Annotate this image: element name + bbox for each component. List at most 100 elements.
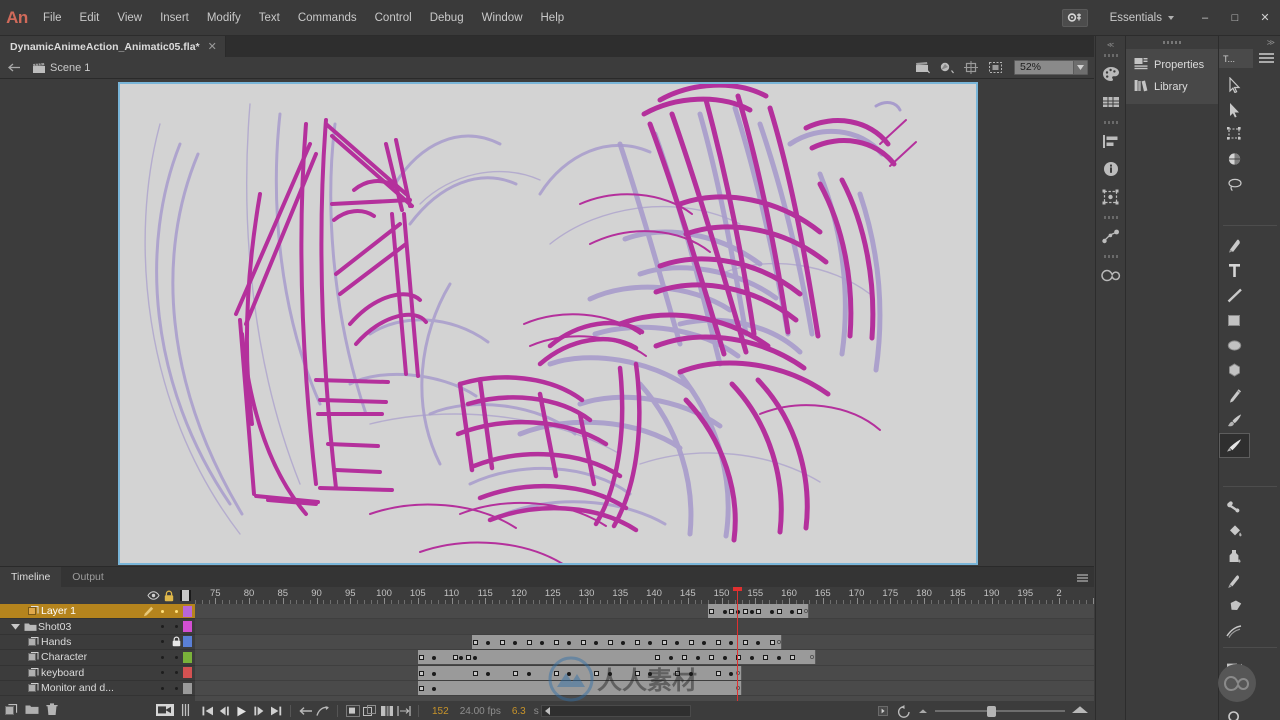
step-back-icon[interactable] — [217, 702, 232, 720]
timeline-horizontal-scrollbar[interactable] — [540, 705, 691, 717]
keyframe[interactable] — [513, 670, 519, 676]
frame-span-end[interactable] — [803, 609, 808, 613]
stage-area[interactable] — [0, 79, 1094, 566]
scroll-left-icon[interactable] — [542, 707, 554, 715]
layer-row-hands[interactable]: Hands — [0, 635, 195, 651]
visibility-toggle[interactable] — [155, 625, 169, 629]
rail-group-handle-3[interactable] — [1101, 214, 1120, 221]
lock-toggle[interactable] — [169, 686, 183, 690]
bone-tool-icon[interactable] — [1219, 494, 1250, 519]
minimize-button[interactable]: – — [1190, 0, 1220, 36]
creative-cloud-icon[interactable] — [1096, 261, 1126, 289]
outline-icon[interactable] — [180, 590, 191, 601]
keyframe[interactable] — [526, 671, 531, 676]
keyframe[interactable] — [418, 670, 424, 676]
frame-span[interactable] — [471, 634, 783, 649]
pen-tool-icon[interactable] — [1219, 233, 1250, 258]
visibility-toggle[interactable] — [155, 655, 169, 659]
delete-layer-icon[interactable] — [46, 703, 58, 719]
keyframe[interactable] — [466, 655, 471, 661]
gradient-transform-tool-icon[interactable] — [1219, 147, 1250, 172]
frame-row-shot03[interactable] — [195, 619, 1094, 635]
align-icon[interactable] — [1096, 127, 1126, 155]
panel-item-library[interactable]: Library — [1126, 76, 1218, 98]
camera-toggle-icon[interactable] — [156, 703, 174, 719]
edit-multiple-frames-icon[interactable] — [379, 702, 394, 720]
fps-field[interactable]: 24.00 fps — [457, 706, 504, 717]
width-tool-icon[interactable] — [1219, 619, 1250, 644]
menu-file[interactable]: File — [34, 0, 71, 36]
pencil-edit-icon[interactable] — [141, 606, 155, 617]
keyframe[interactable] — [634, 670, 640, 676]
timeline-ruler[interactable]: 75 80 85 90 95 100 105 110 115 120 125 130 135 140 145… — [195, 587, 1094, 604]
keyframe[interactable] — [715, 639, 721, 645]
frame-pane[interactable]: 75 80 85 90 95 100 105 110 115 120 125 130 135 140 145… — [195, 587, 1094, 701]
edit-scene-icon[interactable] — [912, 58, 934, 78]
keyframe[interactable] — [776, 656, 781, 661]
panel-item-properties[interactable]: Properties — [1126, 54, 1218, 76]
menu-view[interactable]: View — [108, 0, 151, 36]
frame-span[interactable] — [417, 665, 742, 680]
maximize-button[interactable]: □ — [1220, 0, 1250, 36]
layer-color-chip[interactable] — [183, 667, 192, 679]
eraser-tool-icon[interactable] — [1219, 594, 1250, 619]
playhead[interactable] — [733, 587, 742, 701]
keyframe[interactable] — [648, 671, 653, 676]
creative-cloud-badge[interactable] — [1218, 664, 1256, 702]
frame-span[interactable] — [417, 680, 742, 695]
keyframe[interactable] — [418, 685, 424, 691]
lock-toggle[interactable] — [169, 625, 183, 629]
polystar-tool-icon[interactable] — [1219, 358, 1250, 383]
subselection-tool-icon[interactable] — [1219, 97, 1250, 122]
keyframe[interactable] — [749, 656, 754, 661]
line-tool-icon[interactable] — [1219, 283, 1250, 308]
keyframe[interactable] — [769, 610, 774, 614]
reset-timeline-icon[interactable] — [896, 702, 911, 720]
go-to-last-frame-icon[interactable] — [268, 702, 283, 720]
keyframe[interactable] — [607, 639, 613, 645]
keyframe[interactable] — [749, 610, 754, 614]
keyframe[interactable] — [742, 609, 748, 614]
keyframe[interactable] — [742, 639, 748, 645]
tools-tab[interactable]: T... — [1219, 49, 1253, 68]
keyframe[interactable] — [769, 639, 775, 645]
edit-symbols-icon[interactable] — [936, 58, 958, 78]
keyframe[interactable] — [790, 610, 794, 614]
keyframe[interactable] — [790, 655, 795, 661]
keyframe[interactable] — [661, 639, 667, 645]
info-icon[interactable] — [1096, 155, 1126, 183]
gear-icon[interactable] — [1061, 8, 1088, 27]
keyframe[interactable] — [722, 656, 727, 661]
layer-row-keyboard[interactable]: keyboard — [0, 666, 195, 681]
keyframe[interactable] — [634, 639, 640, 645]
frame-zoom-slider[interactable] — [935, 704, 1065, 718]
keyframe[interactable] — [432, 671, 437, 676]
go-to-first-frame-icon[interactable] — [200, 702, 215, 720]
keyframe[interactable] — [452, 655, 458, 661]
large-frames-icon[interactable] — [1071, 705, 1089, 717]
layer-color-chip[interactable] — [183, 682, 192, 694]
keyframe[interactable] — [499, 639, 505, 645]
current-frame-field[interactable]: 152 — [426, 706, 455, 717]
play-icon[interactable] — [234, 702, 249, 720]
keyframe[interactable] — [472, 656, 477, 661]
frame-span[interactable] — [417, 650, 816, 665]
transform-icon[interactable] — [1096, 183, 1126, 211]
keyframe[interactable] — [763, 655, 768, 661]
close-icon[interactable]: ✕ — [208, 40, 217, 53]
rail-group-handle-2[interactable] — [1101, 119, 1120, 126]
onion-skin-outlines-icon[interactable] — [362, 702, 377, 720]
frame-row-character[interactable] — [195, 650, 1094, 666]
small-frames-icon[interactable] — [917, 705, 929, 717]
keyframe[interactable] — [695, 656, 700, 661]
menu-edit[interactable]: Edit — [71, 0, 109, 36]
keyframe[interactable] — [688, 671, 693, 676]
oval-tool-icon[interactable] — [1219, 333, 1250, 358]
rail-grip-icon[interactable]: ≪ — [1103, 40, 1119, 49]
keyframe[interactable] — [553, 670, 559, 676]
document-tab[interactable]: DynamicAnimeAction_Animatic05.fla* ✕ — [0, 36, 226, 57]
onion-skin-icon[interactable] — [315, 702, 330, 720]
free-transform-tool-icon[interactable] — [1219, 122, 1250, 147]
new-layer-icon[interactable] — [5, 703, 18, 719]
rectangle-tool-icon[interactable] — [1219, 308, 1250, 333]
